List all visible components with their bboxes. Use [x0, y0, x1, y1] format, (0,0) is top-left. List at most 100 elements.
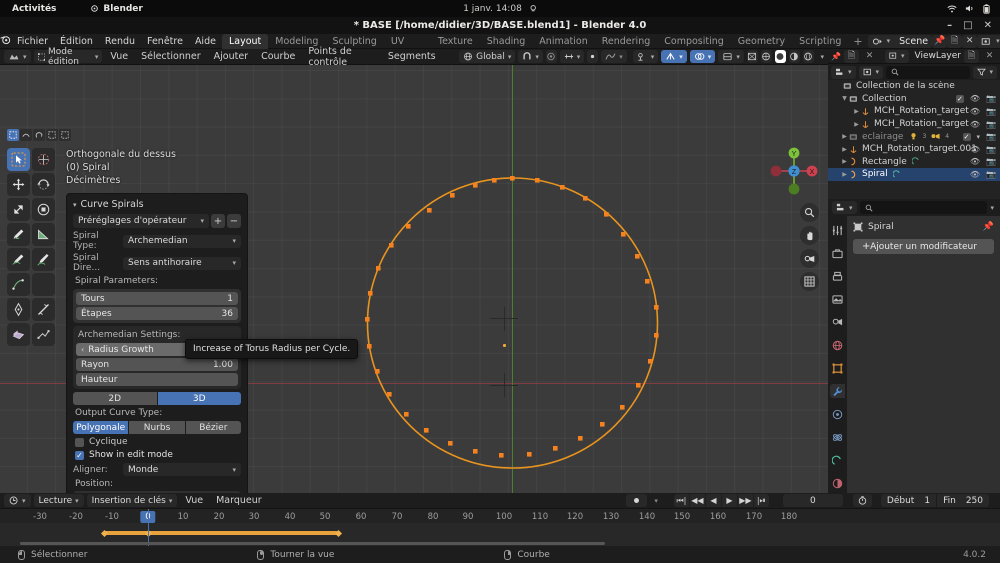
start-frame-field[interactable]: Début 1 [881, 494, 936, 507]
outliner-row-rectangle[interactable]: ▶ Rectangle 👁 📷 [828, 156, 1000, 169]
timeline-editor-type[interactable]: ▾ [4, 494, 31, 507]
gnome-tray[interactable] [947, 4, 990, 14]
world-tab[interactable] [830, 338, 845, 352]
show-in-edit-mode-checkbox-row[interactable]: ✓ Show in edit mode [75, 450, 241, 460]
tool-extrude-curve[interactable] [32, 248, 55, 271]
chevron-down-icon[interactable]: ▾ [977, 133, 981, 141]
expander-icon[interactable]: ▶ [852, 108, 861, 115]
view-layer-tab[interactable] [830, 292, 845, 306]
workspace-tab-shading[interactable]: Shading [480, 34, 533, 49]
tool-radius[interactable] [7, 273, 30, 296]
visibility-selector[interactable]: ▾ [633, 50, 659, 63]
properties-search-input[interactable] [860, 201, 988, 214]
checkbox-icon[interactable]: ✓ [956, 95, 964, 103]
outliner-search-input[interactable] [886, 66, 970, 79]
use-preview-range-button[interactable] [853, 494, 872, 507]
auto-keying-toggle[interactable] [626, 494, 647, 507]
pivot-point-selector[interactable]: ▾ [560, 50, 585, 63]
eye-icon[interactable]: 👁 [970, 145, 980, 154]
add-workspace-button[interactable]: + [848, 35, 867, 48]
tool-draw-curve[interactable] [7, 248, 30, 271]
3d-viewport[interactable]: Orthogonale du dessus (0) Spiral Décimèt… [0, 65, 828, 493]
outliner-row-collection[interactable]: ▼ Collection ✓ 👁 📷 [828, 93, 1000, 106]
expander-icon[interactable]: ▶ [840, 146, 849, 153]
timeline-menu-marqueur[interactable]: Marqueur [211, 495, 267, 506]
shading-material-preview-button[interactable] [775, 50, 786, 63]
delete-scene-icon[interactable]: ✕ [962, 35, 977, 48]
add-modifier-button[interactable]: + Ajouter un modificateur [853, 239, 994, 254]
operator-panel-header[interactable]: ▾ Curve Spirals [67, 197, 247, 214]
menu-rendu[interactable]: Rendu [99, 34, 141, 49]
hauteur-field[interactable]: Hauteur [76, 373, 238, 386]
outliner-row-mch-rotation-target-1[interactable]: ▶ MCH_Rotation_target 👁 📷 [828, 105, 1000, 118]
end-frame-field[interactable]: Fin 250 [937, 494, 989, 507]
physics-tab[interactable] [830, 430, 845, 444]
navigation-gizmo[interactable]: Y X Z [766, 143, 822, 199]
eye-icon[interactable]: 👁 [970, 94, 980, 103]
tool-tilt[interactable] [7, 298, 30, 321]
tool-scale[interactable] [7, 198, 30, 221]
aligner-dropdown[interactable]: Monde ▾ [123, 463, 241, 476]
output-tab[interactable] [830, 269, 845, 283]
eye-icon[interactable]: 👁 [970, 170, 980, 179]
workspace-tab-layout[interactable]: Layout [222, 34, 268, 49]
tool-curve-pen[interactable] [32, 323, 55, 346]
mode-selector[interactable]: Mode édition ▾ [34, 50, 103, 63]
pin-scene-icon[interactable]: 📌 [932, 35, 947, 48]
workspace-tab-compositing[interactable]: Compositing [657, 34, 731, 49]
vp-menu-selectionner[interactable]: Sélectionner [136, 51, 206, 62]
workspace-tab-geometry-nodes[interactable]: Geometry Nodes [731, 34, 792, 49]
expander-icon[interactable]: ▶ [840, 158, 849, 165]
etapes-field[interactable]: Étapes 36 [76, 307, 238, 320]
operator-preset-dropdown[interactable]: Préréglages d'opérateur ▾ [73, 214, 209, 228]
vp-menu-vue[interactable]: Vue [105, 51, 133, 62]
camera-icon[interactable]: 📷 [986, 120, 996, 129]
menu-fenetre[interactable]: Fenêtre [141, 34, 189, 49]
camera-icon[interactable]: 📷 [986, 107, 996, 116]
tool-annotate[interactable] [7, 223, 30, 246]
checkbox-icon[interactable]: ✓ [963, 133, 971, 141]
shading-rendered-button[interactable] [789, 50, 800, 63]
jump-to-end-button[interactable]: |⏯ [754, 494, 769, 507]
camera-icon[interactable]: 📷 [986, 157, 996, 166]
dimension-2d-button[interactable]: 2D [73, 392, 157, 405]
current-frame-field[interactable]: 0 [783, 494, 843, 507]
menu-aide[interactable]: Aide [189, 34, 222, 49]
shading-wireframe-button[interactable] [747, 50, 758, 63]
camera-icon[interactable]: 📷 [986, 170, 996, 179]
material-tab[interactable] [830, 476, 845, 490]
pin-icon[interactable]: 📌 [983, 222, 994, 232]
camera-icon[interactable] [800, 249, 819, 268]
outliner-filter-button[interactable]: ▾ [973, 66, 997, 79]
timeline-scrollbar[interactable] [20, 542, 605, 545]
gnome-clock[interactable]: 1 janv. 14:08 [463, 4, 537, 14]
camera-icon[interactable]: 📷 [986, 145, 996, 154]
remove-collection-icon[interactable]: ✕ [862, 50, 877, 63]
new-viewlayer-outliner-icon[interactable]: 🗎 [964, 50, 979, 63]
vp-menu-courbe[interactable]: Courbe [256, 51, 300, 62]
eye-icon[interactable]: 👁 [970, 107, 980, 116]
cyclique-checkbox-row[interactable]: Cyclique [75, 437, 241, 447]
viewlayer-selector[interactable]: ▾ ViewLayer [977, 35, 1000, 48]
tool-rotate[interactable] [32, 173, 55, 196]
timeline-menu-insertion-de-cles[interactable]: Insertion de clés ▾ [87, 494, 178, 507]
outliner-filter-id[interactable]: ▾ [859, 66, 884, 79]
curve-type-nurbs-button[interactable]: Nurbs [129, 421, 184, 434]
expander-icon[interactable]: ▶ [840, 171, 849, 178]
vp-menu-ajouter[interactable]: Ajouter [209, 51, 253, 62]
minimize-button[interactable]: – [947, 20, 952, 31]
overlays-toggle[interactable]: ▾ [690, 50, 716, 63]
expander-icon[interactable]: ▶ [840, 133, 849, 140]
tool-measure[interactable] [32, 223, 55, 246]
pin-icon[interactable]: 📌 [831, 52, 841, 61]
close-button[interactable]: ✕ [984, 20, 992, 31]
spiral-type-dropdown[interactable]: Archemedian ▾ [123, 235, 241, 248]
tool-randomize[interactable] [7, 323, 30, 346]
properties-editor-type[interactable]: ▾ [832, 201, 857, 214]
outliner-row-spiral[interactable]: ▶ Spiral 👁 📷 [828, 168, 1000, 181]
curve-type-bezier-button[interactable]: Bézier [186, 421, 241, 434]
outliner-row-eclairage[interactable]: ▶ eclairage 3 4 ✓ ▾ 📷 [828, 130, 1000, 143]
outliner-row-mch-rotation-target-001[interactable]: ▶ MCH_Rotation_target.001 👁 📷 [828, 143, 1000, 156]
workspace-tab-animation[interactable]: Animation [532, 34, 594, 49]
expander-icon[interactable]: ▼ [840, 95, 849, 102]
